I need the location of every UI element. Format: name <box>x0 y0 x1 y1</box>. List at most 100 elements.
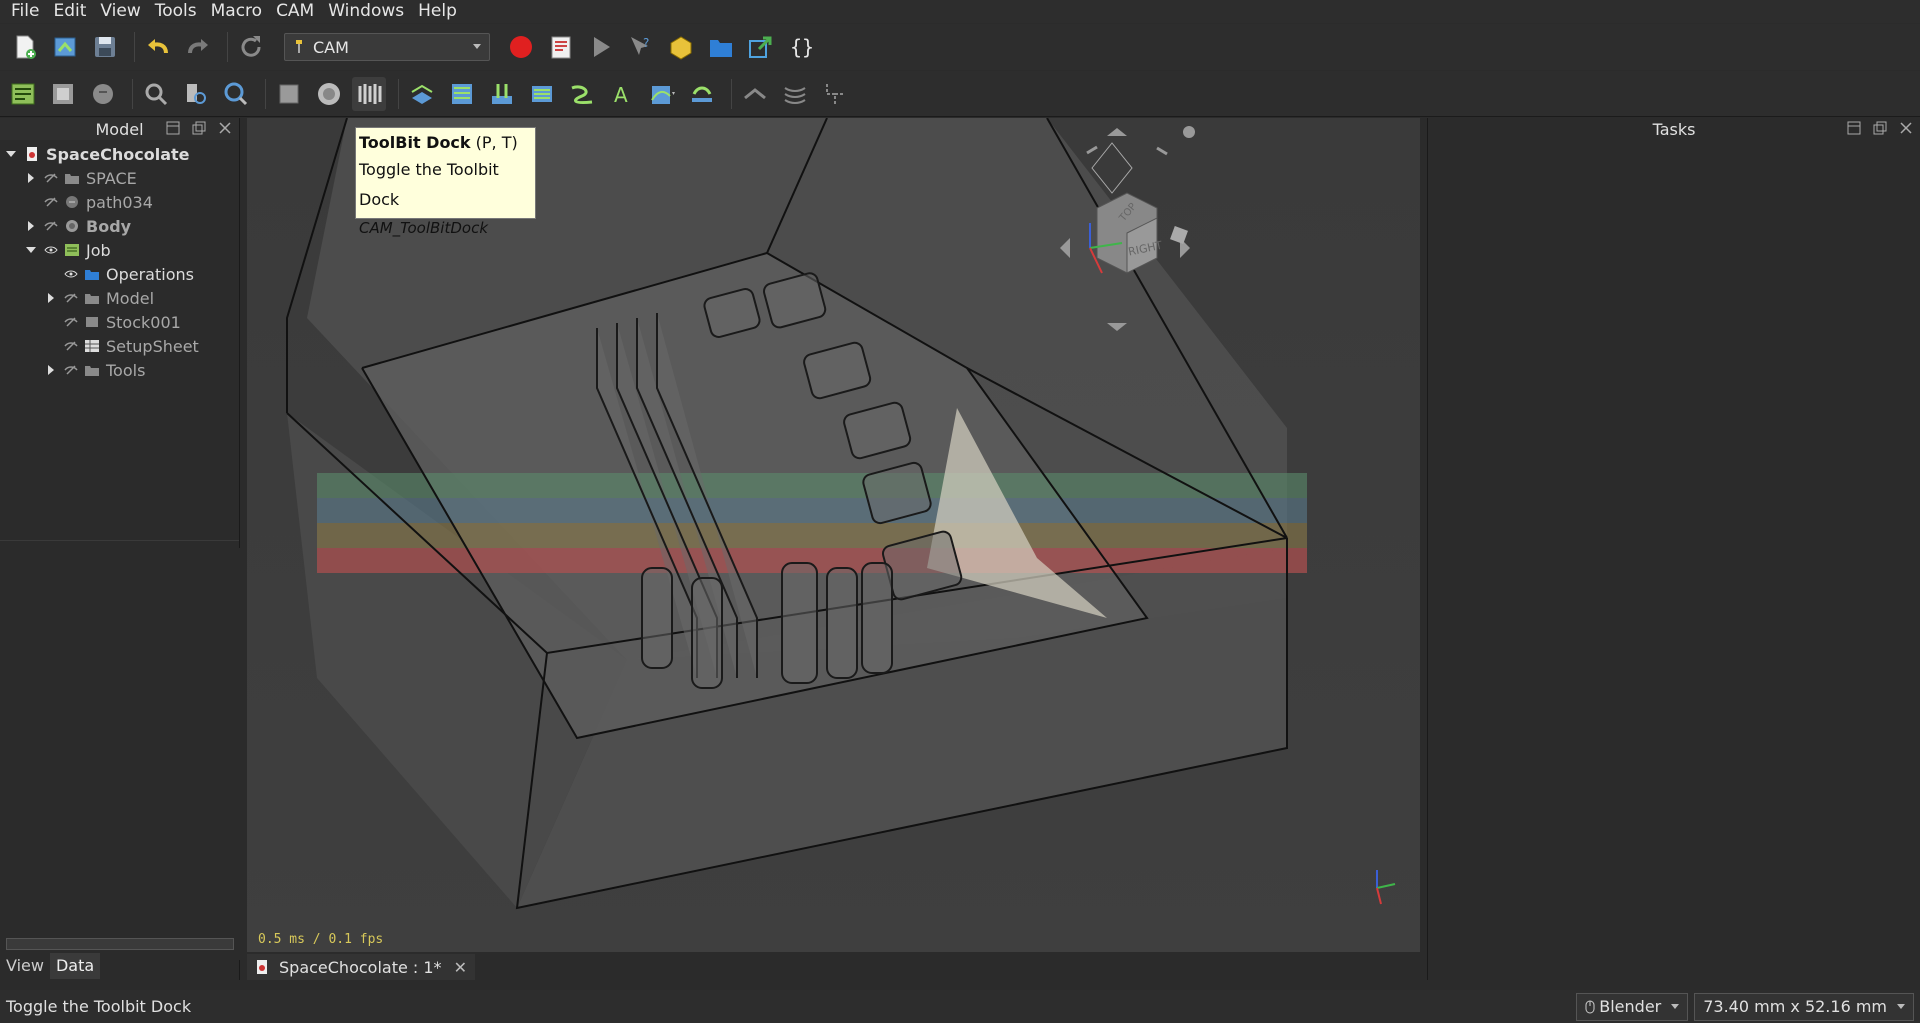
menu-file[interactable]: File <box>4 0 46 23</box>
collapsed-arrow-icon[interactable] <box>26 221 36 231</box>
menu-windows[interactable]: Windows <box>321 0 411 23</box>
collapsed-arrow-icon[interactable] <box>26 173 36 183</box>
tree-item-model[interactable]: Model <box>0 286 239 310</box>
save-document-button[interactable] <box>88 30 122 64</box>
cam-profile-button[interactable] <box>405 77 439 111</box>
document-tab[interactable]: SpaceChocolate : 1* ✕ <box>247 954 475 980</box>
cam-array-button[interactable] <box>778 77 812 111</box>
hidden-eye-icon[interactable] <box>44 195 58 209</box>
close-panel-icon[interactable] <box>217 120 233 136</box>
cam-helix-button[interactable] <box>565 77 599 111</box>
hidden-eye-icon[interactable] <box>64 339 78 353</box>
dimension-display[interactable]: 73.40 mm x 52.16 mm <box>1694 992 1914 1021</box>
adaptive-icon <box>692 86 712 102</box>
close-tab-icon[interactable]: ✕ <box>454 958 467 977</box>
freecad-window: File Edit View Tools Macro CAM Windows H… <box>0 0 1920 1023</box>
cam-camotics-button[interactable] <box>219 77 253 111</box>
tree-item-path034[interactable]: path034 <box>0 190 239 214</box>
tree-item-spacechocolate[interactable]: SpaceChocolate <box>0 142 239 166</box>
cam-simulator-button[interactable] <box>139 77 173 111</box>
cam-dressup-button[interactable] <box>738 77 772 111</box>
drilling-icon <box>492 83 512 104</box>
collapsed-arrow-icon[interactable] <box>46 365 56 375</box>
cam-face-button[interactable] <box>525 77 559 111</box>
hidden-eye-icon[interactable] <box>64 315 78 329</box>
cam-3d-ops-button[interactable] <box>645 77 679 111</box>
expanded-arrow-icon[interactable] <box>6 149 16 159</box>
document-tabs: SpaceChocolate : 1* ✕ <box>247 954 1420 980</box>
tree-item-stock001[interactable]: Stock001 <box>0 310 239 334</box>
open-document-button[interactable] <box>48 30 82 64</box>
redo-icon <box>188 39 208 54</box>
hidden-eye-icon[interactable] <box>44 219 58 233</box>
model-panel-header: Model <box>0 118 239 140</box>
cam-inspect-button[interactable] <box>86 77 120 111</box>
document-icon <box>257 960 267 974</box>
cam-custom-button[interactable] <box>818 77 852 111</box>
python-console-button[interactable]: {} <box>784 30 818 64</box>
export-button[interactable] <box>744 30 778 64</box>
new-document-button[interactable] <box>8 30 42 64</box>
tree-item-job[interactable]: Job <box>0 238 239 262</box>
hidden-eye-icon[interactable] <box>64 291 78 305</box>
menu-edit[interactable]: Edit <box>46 0 93 23</box>
cam-pocket-button[interactable] <box>445 77 479 111</box>
menu-macro[interactable]: Macro <box>204 0 269 23</box>
tab-view[interactable]: View <box>0 953 50 979</box>
toolbit-dock-button[interactable] <box>352 76 386 111</box>
cam-stock-button[interactable] <box>272 77 306 111</box>
tree-item-label: Body <box>86 216 132 236</box>
redo-button[interactable] <box>181 30 215 64</box>
float-panel-icon[interactable] <box>191 120 207 136</box>
close-panel-icon[interactable] <box>1898 120 1914 136</box>
hidden-eye-icon[interactable] <box>64 363 78 377</box>
float-panel-icon[interactable] <box>1872 120 1888 136</box>
horizontal-scrollbar[interactable] <box>6 938 234 950</box>
undo-icon <box>148 39 168 54</box>
cam-engrave-button[interactable]: A <box>605 77 639 111</box>
undo-button[interactable] <box>141 30 175 64</box>
tree-item-space[interactable]: SPACE <box>0 166 239 190</box>
3d-viewport[interactable]: TOP RIGHT <box>247 118 1420 952</box>
refresh-button[interactable] <box>234 30 268 64</box>
chevron-down-icon <box>1897 1004 1905 1009</box>
nav-menu-icon[interactable] <box>1183 126 1195 138</box>
hidden-eye-icon[interactable] <box>44 171 58 185</box>
navigation-style-label: Blender <box>1599 997 1662 1016</box>
visible-eye-icon[interactable] <box>64 267 78 281</box>
cam-adaptive-button[interactable] <box>685 77 719 111</box>
collapsed-arrow-icon[interactable] <box>46 293 56 303</box>
macro-editor-button[interactable] <box>544 30 578 64</box>
tree-item-operations[interactable]: Operations <box>0 262 239 286</box>
cam-sanity-button[interactable] <box>179 77 213 111</box>
sanity-icon <box>187 83 206 104</box>
menu-tools[interactable]: Tools <box>148 0 204 23</box>
cam-post-process-button[interactable] <box>46 77 80 111</box>
whats-this-button[interactable]: ? <box>624 30 658 64</box>
visible-eye-icon[interactable] <box>44 243 58 257</box>
execute-macro-button[interactable] <box>584 30 618 64</box>
tree-item-tools[interactable]: Tools <box>0 358 239 382</box>
addon-manager-button[interactable] <box>664 30 698 64</box>
cam-tool-controller-button[interactable] <box>312 77 346 111</box>
navigation-style-selector[interactable]: Blender <box>1576 992 1689 1021</box>
expanded-arrow-icon[interactable] <box>26 245 36 255</box>
menu-help[interactable]: Help <box>411 0 464 23</box>
tree-item-body[interactable]: Body <box>0 214 239 238</box>
tree-item-setupsheet[interactable]: SetupSheet <box>0 334 239 358</box>
dressup-icon <box>744 87 766 99</box>
cam-job-button[interactable] <box>6 77 40 111</box>
record-macro-button[interactable] <box>504 30 538 64</box>
restore-panel-icon[interactable] <box>165 120 181 136</box>
fps-counter: 0.5 ms / 0.1 fps <box>258 932 384 947</box>
menu-view[interactable]: View <box>93 0 147 23</box>
tab-data[interactable]: Data <box>49 953 101 979</box>
workbench-selector[interactable]: CAM <box>284 33 490 61</box>
open-folder-button[interactable] <box>704 30 738 64</box>
menu-cam[interactable]: CAM <box>269 0 321 23</box>
property-tabs: View Data <box>0 953 101 979</box>
toolbit-dock-tooltip: ToolBit Dock (P, T) Toggle the Toolbit D… <box>355 127 536 237</box>
cam-drilling-button[interactable] <box>485 77 519 111</box>
restore-panel-icon[interactable] <box>1846 120 1862 136</box>
path-shape-icon <box>66 196 78 208</box>
